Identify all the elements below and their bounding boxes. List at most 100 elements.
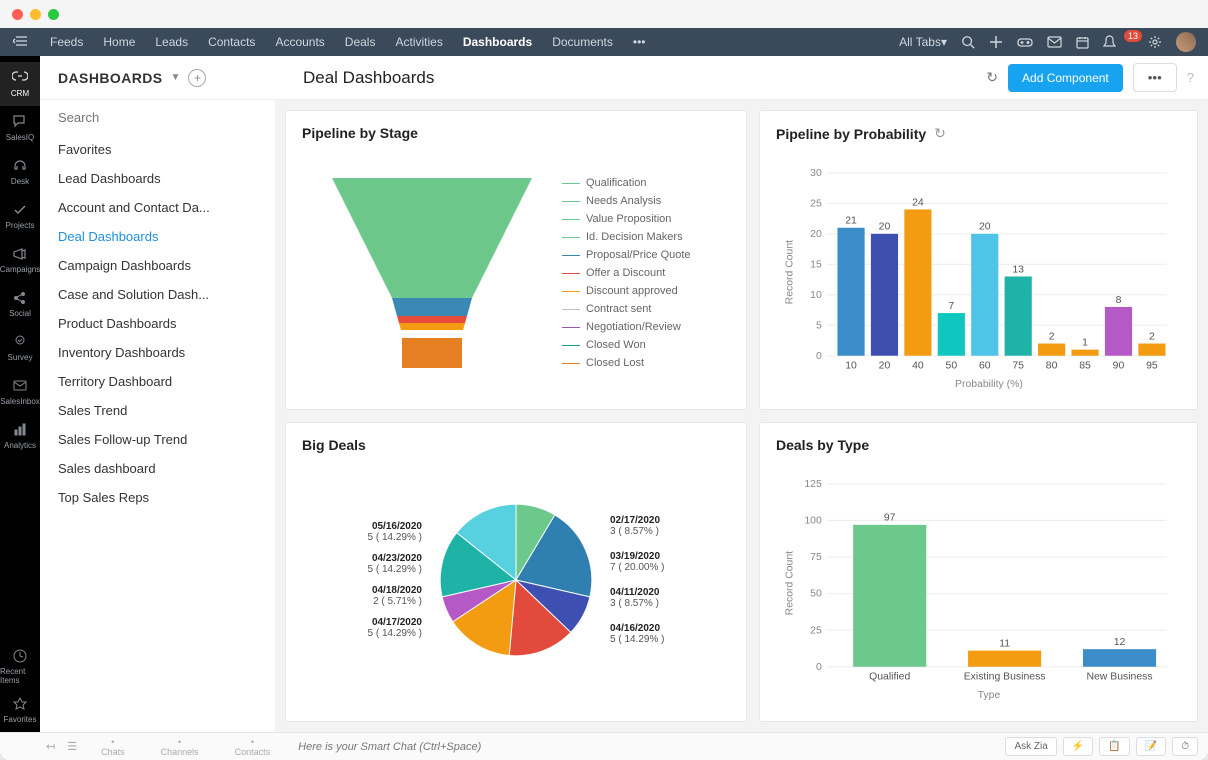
sidebar-item[interactable]: Inventory Dashboards (54, 338, 261, 367)
nav-item-feeds[interactable]: Feeds (40, 35, 93, 49)
all-tabs-dropdown[interactable]: All Tabs ▾ (899, 35, 947, 49)
page-title: Deal Dashboards (285, 68, 434, 88)
app-survey[interactable]: Survey (0, 326, 40, 370)
sidebar-item[interactable]: Favorites (54, 135, 261, 164)
legend-item: Qualification (562, 177, 691, 189)
sidebar-item[interactable]: Lead Dashboards (54, 164, 261, 193)
app-analytics[interactable]: Analytics (0, 414, 40, 458)
sidebar-item[interactable]: Deal Dashboards (54, 222, 261, 251)
close-window-button[interactable] (12, 9, 23, 20)
footer-tab-chats[interactable]: •Chats (83, 737, 143, 757)
svg-text:Probability (%): Probability (%) (955, 379, 1023, 390)
app-desk[interactable]: Desk (0, 150, 40, 194)
app-salesiq[interactable]: SalesIQ (0, 106, 40, 150)
sidebar-item[interactable]: Top Sales Reps (54, 483, 261, 512)
svg-text:Qualified: Qualified (869, 671, 910, 682)
legend-item: Closed Won (562, 339, 691, 351)
sidebar-search-input[interactable] (54, 100, 261, 135)
card-deals-by-type[interactable]: Deals by Type 0255075100125Record Count9… (759, 422, 1198, 722)
svg-text:75: 75 (810, 552, 822, 563)
add-component-button[interactable]: Add Component (1008, 64, 1123, 92)
sidebar-item[interactable]: Account and Contact Da... (54, 193, 261, 222)
nav-item-home[interactable]: Home (93, 35, 145, 49)
nav-more-icon[interactable]: ••• (623, 35, 656, 49)
svg-text:Record Count: Record Count (785, 240, 796, 304)
gamepad-icon[interactable] (1017, 36, 1033, 48)
nav-item-dashboards[interactable]: Dashboards (453, 35, 542, 49)
app-campaigns[interactable]: Campaigns (0, 238, 40, 282)
notifications-icon[interactable]: 13 (1103, 35, 1134, 49)
svg-text:40: 40 (912, 360, 924, 371)
nav-item-activities[interactable]: Activities (385, 35, 452, 49)
nav-item-leads[interactable]: Leads (145, 35, 198, 49)
main-nav: FeedsHomeLeadsContactsAccountsDealsActiv… (0, 28, 1208, 56)
dashboard-more-button[interactable]: ••• (1133, 63, 1177, 92)
sidebar-item[interactable]: Product Dashboards (54, 309, 261, 338)
ask-zia-button[interactable]: Ask Zia (1005, 737, 1056, 756)
sidebar-item[interactable]: Sales Follow-up Trend (54, 425, 261, 454)
svg-text:60: 60 (979, 360, 991, 371)
sidebar-item[interactable]: Sales dashboard (54, 454, 261, 483)
settings-icon[interactable] (1148, 35, 1162, 49)
nav-item-contacts[interactable]: Contacts (198, 35, 265, 49)
svg-text:24: 24 (912, 197, 924, 208)
sidebar-item[interactable]: Territory Dashboard (54, 367, 261, 396)
legend-item: Offer a Discount (562, 267, 691, 279)
refresh-icon[interactable]: ↻ (986, 69, 998, 86)
sidebar-item[interactable]: Campaign Dashboards (54, 251, 261, 280)
app-crm[interactable]: CRM (0, 62, 40, 106)
nav-item-deals[interactable]: Deals (335, 35, 386, 49)
collapse-nav-icon[interactable] (0, 35, 40, 49)
chart-refresh-icon[interactable]: ↻ (934, 125, 946, 142)
page-subheader: DASHBOARDS ▼ + Deal Dashboards ↻ Add Com… (40, 56, 1208, 100)
mail-icon[interactable] (1047, 36, 1062, 48)
minimize-window-button[interactable] (30, 9, 41, 20)
svg-text:2: 2 (1049, 331, 1055, 342)
legend-item: Closed Lost (562, 357, 691, 369)
footer-tab-contacts[interactable]: •Contacts (217, 737, 289, 757)
list-view-icon[interactable]: ☰ (61, 740, 83, 753)
add-dashboard-button[interactable]: + (188, 69, 206, 87)
calendar-icon[interactable] (1076, 36, 1089, 49)
svg-text:Record Count: Record Count (785, 551, 796, 615)
footer-shortcut-1[interactable]: ⚡ (1063, 737, 1093, 756)
sidebar-item[interactable]: Sales Trend (54, 396, 261, 425)
smart-chat-hint[interactable]: Here is your Smart Chat (Ctrl+Space) (288, 741, 1005, 753)
zoom-window-button[interactable] (48, 9, 59, 20)
card-pipeline-by-stage[interactable]: Pipeline by Stage QualificationNeeds Ana… (285, 110, 747, 410)
footer-tab-channels[interactable]: •Channels (143, 737, 217, 757)
pie-label: 04/18/20202 ( 5.71% ) (302, 585, 422, 607)
sidebar-item[interactable]: Case and Solution Dash... (54, 280, 261, 309)
app-social[interactable]: Social (0, 282, 40, 326)
pie-label: 04/11/20203 ( 8.57% ) (610, 587, 730, 609)
nav-item-accounts[interactable]: Accounts (265, 35, 334, 49)
footer-clipboard-icon[interactable]: 📋 (1099, 737, 1129, 756)
footer-clock-icon[interactable]: ⏱ (1172, 737, 1198, 756)
pie-label: 02/17/20203 ( 8.57% ) (610, 515, 730, 537)
section-dropdown-icon[interactable]: ▼ (171, 72, 181, 83)
help-icon[interactable]: ? (1187, 70, 1194, 85)
card-pipeline-by-probability[interactable]: Pipeline by Probability ↻ 051015202530Re… (759, 110, 1198, 410)
svg-text:95: 95 (1146, 360, 1158, 371)
user-avatar[interactable] (1176, 32, 1196, 52)
search-icon[interactable] (961, 35, 975, 49)
nav-item-documents[interactable]: Documents (542, 35, 623, 49)
app-recent-items[interactable]: Recent Items (0, 644, 40, 688)
svg-text:25: 25 (810, 625, 822, 636)
svg-text:25: 25 (810, 198, 822, 209)
dashboard-sidebar: FavoritesLead DashboardsAccount and Cont… (40, 100, 275, 732)
add-icon[interactable] (989, 35, 1003, 49)
legend-item: Discount approved (562, 285, 691, 297)
card-big-deals[interactable]: Big Deals 05/16/20205 ( 14.29% )04/23/20… (285, 422, 747, 722)
card-title: Pipeline by Probability (776, 126, 926, 142)
dashboard-canvas: Pipeline by Stage QualificationNeeds Ana… (275, 100, 1208, 732)
app-projects[interactable]: Projects (0, 194, 40, 238)
svg-text:12: 12 (1114, 637, 1126, 648)
app-favorites[interactable]: Favorites (0, 688, 40, 732)
collapse-panel-icon[interactable]: ↤ (40, 740, 61, 753)
svg-text:7: 7 (948, 301, 954, 312)
svg-text:10: 10 (810, 290, 822, 301)
footer-note-icon[interactable]: 📝 (1136, 737, 1166, 756)
pie-label: 04/16/20205 ( 14.29% ) (610, 623, 730, 645)
app-salesinbox[interactable]: SalesInbox (0, 370, 40, 414)
